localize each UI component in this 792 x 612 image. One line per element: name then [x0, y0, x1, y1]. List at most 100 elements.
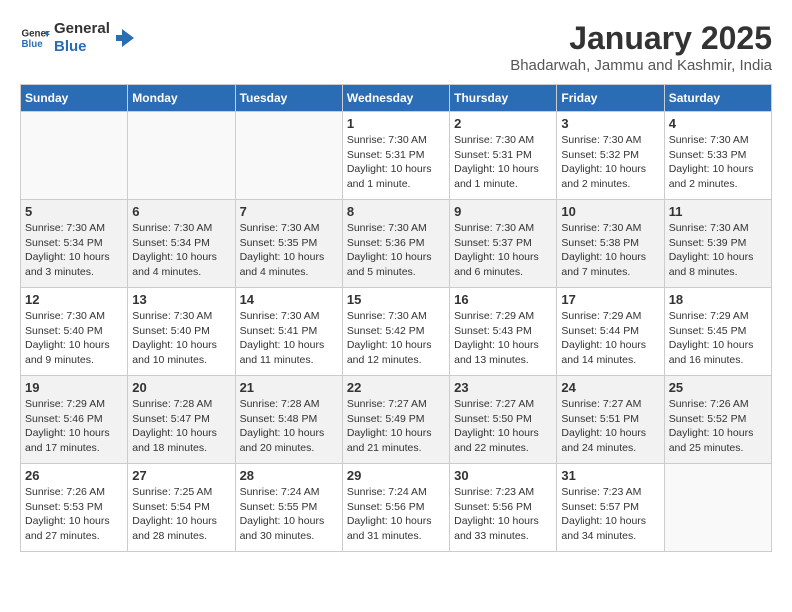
day-info: Sunrise: 7:23 AM Sunset: 5:57 PM Dayligh…: [561, 485, 659, 544]
day-number: 20: [132, 380, 230, 395]
day-info: Sunrise: 7:29 AM Sunset: 5:46 PM Dayligh…: [25, 397, 123, 456]
day-info: Sunrise: 7:30 AM Sunset: 5:36 PM Dayligh…: [347, 221, 445, 280]
day-info: Sunrise: 7:30 AM Sunset: 5:39 PM Dayligh…: [669, 221, 767, 280]
calendar-cell: 15 Sunrise: 7:30 AM Sunset: 5:42 PM Dayli…: [342, 288, 449, 376]
day-number: 14: [240, 292, 338, 307]
day-info: Sunrise: 7:30 AM Sunset: 5:33 PM Dayligh…: [669, 133, 767, 192]
calendar-cell: 19 Sunrise: 7:29 AM Sunset: 5:46 PM Dayli…: [21, 376, 128, 464]
calendar-subtitle: Bhadarwah, Jammu and Kashmir, India: [510, 57, 772, 74]
day-info: Sunrise: 7:24 AM Sunset: 5:55 PM Dayligh…: [240, 485, 338, 544]
day-info: Sunrise: 7:28 AM Sunset: 5:48 PM Dayligh…: [240, 397, 338, 456]
day-info: Sunrise: 7:29 AM Sunset: 5:44 PM Dayligh…: [561, 309, 659, 368]
day-info: Sunrise: 7:30 AM Sunset: 5:35 PM Dayligh…: [240, 221, 338, 280]
calendar-cell: 31 Sunrise: 7:23 AM Sunset: 5:57 PM Dayli…: [557, 464, 664, 552]
day-info: Sunrise: 7:28 AM Sunset: 5:47 PM Dayligh…: [132, 397, 230, 456]
logo-arrow-icon: [114, 27, 136, 49]
col-header-wednesday: Wednesday: [342, 85, 449, 112]
day-info: Sunrise: 7:29 AM Sunset: 5:45 PM Dayligh…: [669, 309, 767, 368]
logo-icon: General Blue: [20, 23, 50, 53]
day-number: 22: [347, 380, 445, 395]
page-header: General Blue General Blue January 2025 B…: [20, 20, 772, 74]
day-number: 17: [561, 292, 659, 307]
day-number: 23: [454, 380, 552, 395]
day-number: 10: [561, 204, 659, 219]
calendar-cell: [235, 112, 342, 200]
calendar-cell: [664, 464, 771, 552]
col-header-sunday: Sunday: [21, 85, 128, 112]
calendar-cell: 1 Sunrise: 7:30 AM Sunset: 5:31 PM Daylig…: [342, 112, 449, 200]
calendar-cell: 12 Sunrise: 7:30 AM Sunset: 5:40 PM Dayli…: [21, 288, 128, 376]
day-number: 29: [347, 468, 445, 483]
calendar-cell: 21 Sunrise: 7:28 AM Sunset: 5:48 PM Dayli…: [235, 376, 342, 464]
day-number: 7: [240, 204, 338, 219]
col-header-saturday: Saturday: [664, 85, 771, 112]
day-info: Sunrise: 7:30 AM Sunset: 5:37 PM Dayligh…: [454, 221, 552, 280]
calendar-cell: 26 Sunrise: 7:26 AM Sunset: 5:53 PM Dayli…: [21, 464, 128, 552]
calendar-cell: 23 Sunrise: 7:27 AM Sunset: 5:50 PM Dayli…: [450, 376, 557, 464]
calendar-cell: [128, 112, 235, 200]
svg-text:Blue: Blue: [22, 39, 44, 50]
day-number: 2: [454, 116, 552, 131]
calendar-cell: [21, 112, 128, 200]
day-info: Sunrise: 7:27 AM Sunset: 5:51 PM Dayligh…: [561, 397, 659, 456]
calendar-cell: 13 Sunrise: 7:30 AM Sunset: 5:40 PM Dayli…: [128, 288, 235, 376]
title-block: January 2025 Bhadarwah, Jammu and Kashmi…: [510, 20, 772, 74]
calendar-cell: 16Sunrise: 7:29 AM Sunset: 5:43 PM Dayli…: [450, 288, 557, 376]
calendar-cell: 20 Sunrise: 7:28 AM Sunset: 5:47 PM Dayli…: [128, 376, 235, 464]
day-number: 26: [25, 468, 123, 483]
day-number: 8: [347, 204, 445, 219]
day-info: Sunrise: 7:25 AM Sunset: 5:54 PM Dayligh…: [132, 485, 230, 544]
day-info: Sunrise: 7:27 AM Sunset: 5:49 PM Dayligh…: [347, 397, 445, 456]
day-number: 24: [561, 380, 659, 395]
day-number: 4: [669, 116, 767, 131]
day-info: Sunrise: 7:30 AM Sunset: 5:40 PM Dayligh…: [132, 309, 230, 368]
calendar-table: SundayMondayTuesdayWednesdayThursdayFrid…: [20, 84, 772, 552]
day-number: 16: [454, 292, 552, 307]
day-number: 6: [132, 204, 230, 219]
calendar-cell: 17 Sunrise: 7:29 AM Sunset: 5:44 PM Dayli…: [557, 288, 664, 376]
day-number: 13: [132, 292, 230, 307]
calendar-cell: 7 Sunrise: 7:30 AM Sunset: 5:35 PM Daylig…: [235, 200, 342, 288]
day-number: 9: [454, 204, 552, 219]
day-info: Sunrise: 7:26 AM Sunset: 5:53 PM Dayligh…: [25, 485, 123, 544]
day-number: 19: [25, 380, 123, 395]
day-number: 18: [669, 292, 767, 307]
logo-blue: Blue: [54, 38, 110, 56]
calendar-cell: 25Sunrise: 7:26 AM Sunset: 5:52 PM Dayli…: [664, 376, 771, 464]
day-info: Sunrise: 7:23 AM Sunset: 5:56 PM Dayligh…: [454, 485, 552, 544]
calendar-cell: 24 Sunrise: 7:27 AM Sunset: 5:51 PM Dayli…: [557, 376, 664, 464]
day-number: 12: [25, 292, 123, 307]
col-header-tuesday: Tuesday: [235, 85, 342, 112]
day-number: 1: [347, 116, 445, 131]
day-info: Sunrise: 7:30 AM Sunset: 5:40 PM Dayligh…: [25, 309, 123, 368]
calendar-cell: 9 Sunrise: 7:30 AM Sunset: 5:37 PM Daylig…: [450, 200, 557, 288]
day-info: Sunrise: 7:30 AM Sunset: 5:34 PM Dayligh…: [25, 221, 123, 280]
day-number: 3: [561, 116, 659, 131]
day-number: 21: [240, 380, 338, 395]
day-info: Sunrise: 7:30 AM Sunset: 5:31 PM Dayligh…: [454, 133, 552, 192]
calendar-cell: 18 Sunrise: 7:29 AM Sunset: 5:45 PM Dayli…: [664, 288, 771, 376]
day-number: 30: [454, 468, 552, 483]
day-info: Sunrise: 7:30 AM Sunset: 5:31 PM Dayligh…: [347, 133, 445, 192]
day-info: Sunrise: 7:30 AM Sunset: 5:42 PM Dayligh…: [347, 309, 445, 368]
calendar-cell: 4 Sunrise: 7:30 AM Sunset: 5:33 PM Daylig…: [664, 112, 771, 200]
day-info: Sunrise: 7:30 AM Sunset: 5:38 PM Dayligh…: [561, 221, 659, 280]
calendar-cell: 29 Sunrise: 7:24 AM Sunset: 5:56 PM Dayli…: [342, 464, 449, 552]
day-info: Sunrise: 7:27 AM Sunset: 5:50 PM Dayligh…: [454, 397, 552, 456]
calendar-cell: 28 Sunrise: 7:24 AM Sunset: 5:55 PM Dayli…: [235, 464, 342, 552]
day-number: 27: [132, 468, 230, 483]
day-number: 5: [25, 204, 123, 219]
day-info: Sunrise: 7:24 AM Sunset: 5:56 PM Dayligh…: [347, 485, 445, 544]
col-header-monday: Monday: [128, 85, 235, 112]
calendar-cell: 8 Sunrise: 7:30 AM Sunset: 5:36 PM Daylig…: [342, 200, 449, 288]
calendar-cell: 6 Sunrise: 7:30 AM Sunset: 5:34 PM Daylig…: [128, 200, 235, 288]
calendar-cell: 10 Sunrise: 7:30 AM Sunset: 5:38 PM Dayli…: [557, 200, 664, 288]
day-info: Sunrise: 7:30 AM Sunset: 5:32 PM Dayligh…: [561, 133, 659, 192]
calendar-cell: 2 Sunrise: 7:30 AM Sunset: 5:31 PM Daylig…: [450, 112, 557, 200]
day-number: 28: [240, 468, 338, 483]
day-number: 15: [347, 292, 445, 307]
day-info: Sunrise: 7:30 AM Sunset: 5:34 PM Dayligh…: [132, 221, 230, 280]
day-info: Sunrise: 7:30 AM Sunset: 5:41 PM Dayligh…: [240, 309, 338, 368]
day-number: 31: [561, 468, 659, 483]
calendar-cell: 30 Sunrise: 7:23 AM Sunset: 5:56 PM Dayli…: [450, 464, 557, 552]
